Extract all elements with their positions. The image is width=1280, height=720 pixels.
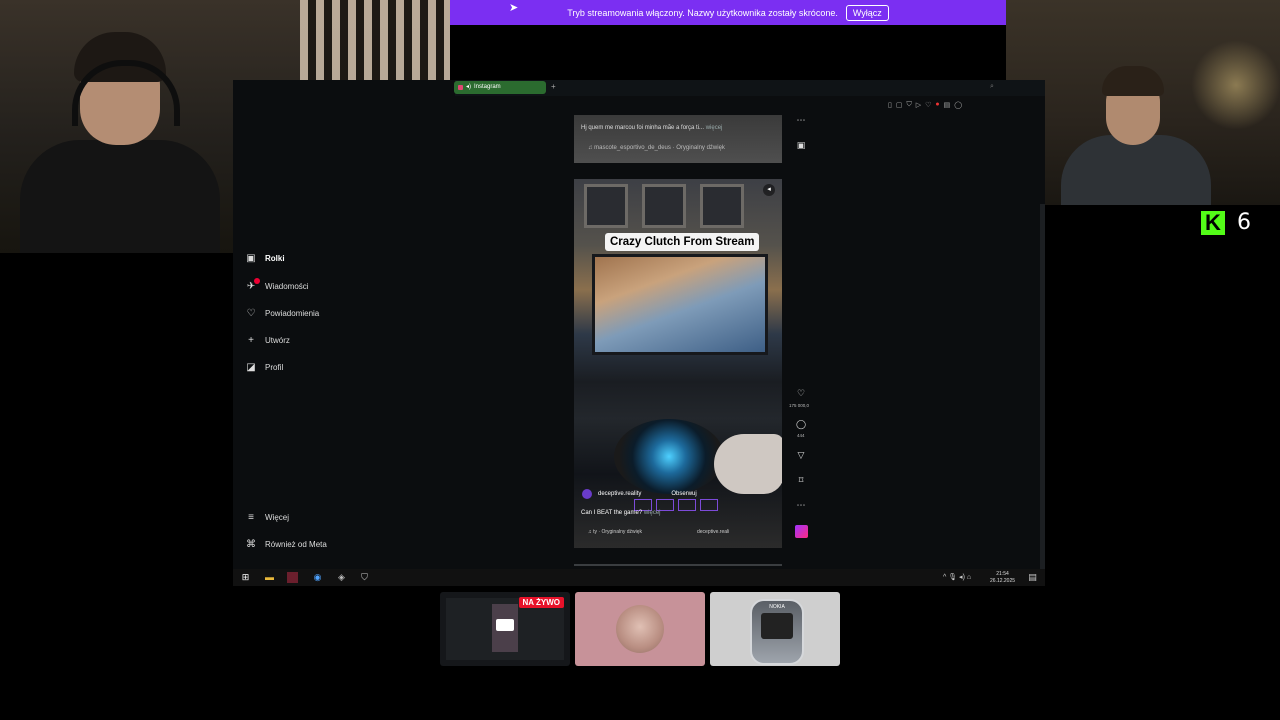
browser-toolbar: ▯ ▢ ⛉ ▷ ♡ ● ▤ ◯ <box>888 101 962 109</box>
share-icon[interactable]: ▽ <box>794 450 808 461</box>
streamer-mode-banner: Tryb streamowania włączony. Nazwy użytko… <box>450 0 1006 25</box>
browser-icon[interactable]: ◉ <box>312 572 323 583</box>
heart-icon[interactable]: ♡ <box>925 101 931 109</box>
video-hand <box>714 434 782 494</box>
reel-account: deceptive.reality Obserwuj <box>582 489 697 499</box>
instagram-icon <box>458 85 463 90</box>
reel-progress-bar <box>574 564 782 566</box>
app-icon[interactable]: ◈ <box>336 572 347 583</box>
account-name[interactable]: deceptive.reality <box>598 491 641 497</box>
tab-instagram[interactable]: ◂) Instagram <box>454 81 546 94</box>
mouse-cursor-icon: ➤ <box>509 2 519 14</box>
phone-brand: NOKIA <box>769 604 785 610</box>
reel-caption: Hj quem me marcou foi minha mãe a força … <box>581 125 723 131</box>
reels-icon: ▣ <box>246 253 256 264</box>
wall-light <box>1191 40 1280 130</box>
wall-frames <box>584 184 744 228</box>
like-heart-icon[interactable]: ♡ <box>794 388 808 399</box>
kick-viewer-counter: K 6 <box>1201 210 1251 235</box>
video-turntable <box>614 419 724 494</box>
more-link[interactable]: więcej <box>706 125 723 131</box>
captured-desktop: ◂) Instagram + ⌕ ▯ ▢ ⛉ ▷ ♡ ● ▤ ◯ ▣ Rolki… <box>233 80 1045 586</box>
more-options-icon[interactable]: ⋯ <box>794 500 808 511</box>
disable-streamer-mode-button[interactable]: Wyłącz <box>845 4 889 21</box>
meta-icon: ⌘ <box>246 539 256 550</box>
follow-button[interactable]: Obserwuj <box>671 491 696 497</box>
windows-start-icon[interactable]: ⊞ <box>240 572 251 583</box>
sidebar-item-create[interactable]: + Utwórz <box>245 335 290 346</box>
face-preview <box>616 605 664 653</box>
live-badge: NA ŻYWO <box>518 597 564 608</box>
viewer-count: 6 <box>1237 210 1251 235</box>
play-icon[interactable]: ▷ <box>916 101 921 109</box>
user-avatar-icon[interactable]: ▣ <box>794 140 808 151</box>
page-scrollbar[interactable] <box>1040 204 1045 569</box>
sidebar-item-profile[interactable]: ◪ Profil <box>245 362 283 373</box>
speaker-icon: ◂) <box>466 84 472 90</box>
sidebar-item-more[interactable]: ≡ Więcej <box>245 512 289 523</box>
bookmark-icon[interactable]: ▢ <box>896 101 903 109</box>
phone-preview: NOKIA <box>750 599 804 665</box>
reel-title-overlay: Crazy Clutch From Stream <box>605 233 760 251</box>
more-link[interactable]: więcej <box>644 510 661 516</box>
sidebar-item-messages[interactable]: ✈ Wiadomości <box>245 278 309 292</box>
plus-icon: + <box>248 335 254 346</box>
phone-screen <box>761 613 793 639</box>
system-tray[interactable]: ^ 🎙 ◂) ⌂ <box>943 573 971 581</box>
banner-text: Tryb streamowania włączony. Nazwy użytko… <box>567 7 838 18</box>
mute-toggle-icon[interactable]: ◂ <box>763 184 775 196</box>
shield-app-icon[interactable]: ⛉ <box>359 572 370 583</box>
comment-icon[interactable]: ◯ <box>794 419 808 430</box>
sidebar-item-notifications[interactable]: ♡ Powiadomienia <box>245 308 320 319</box>
reel-card-previous[interactable]: Hj quem me marcou foi minha mãe a força … <box>574 115 782 163</box>
monitor-icon <box>496 619 514 631</box>
kick-logo-icon: K <box>1201 210 1225 235</box>
profile-icon: ◪ <box>246 362 256 373</box>
taskbar-clock[interactable]: 21:54 26.12.2025 <box>990 571 1015 585</box>
guest-hair <box>1102 66 1164 96</box>
windows-taskbar: ⊞ ▬ ◉ ◈ ⛉ ^ 🎙 ◂) ⌂ 21:54 26.12.2025 ▤ <box>233 569 1045 586</box>
new-tab-button[interactable]: + <box>551 82 556 91</box>
sidebar-item-meta[interactable]: ⌘ Również od Meta <box>245 539 327 550</box>
file-explorer-icon[interactable]: ▬ <box>264 572 275 583</box>
menu-icon: ≡ <box>248 512 254 523</box>
sidebar-item-reels[interactable]: ▣ Rolki <box>245 253 284 264</box>
guest-body <box>1061 135 1211 205</box>
tab-label: Instagram <box>474 84 501 90</box>
likes-count: 175 000,0 <box>789 403 810 408</box>
reel-audio[interactable]: ♫ mascote_esportivo_de_deus · Oryginalny… <box>588 145 725 151</box>
heart-icon: ♡ <box>246 308 256 319</box>
scene-thumbnail-facecam[interactable] <box>575 592 705 666</box>
notifications-icon[interactable]: ▤ <box>1027 572 1038 583</box>
search-icon[interactable]: ⌕ <box>990 83 994 91</box>
audio-thumbnail[interactable] <box>795 525 808 538</box>
comments-count: 444 <box>797 433 805 438</box>
webcam-right <box>1006 0 1280 205</box>
scene-thumbnail-phone[interactable]: NOKIA <box>710 592 840 666</box>
reel-audio-account[interactable]: deceptive.reali <box>697 529 729 535</box>
copy-icon[interactable]: ▯ <box>888 101 892 109</box>
reel-video-current[interactable]: ◂ Crazy Clutch From Stream deceptive.rea… <box>574 179 782 548</box>
chat-icon[interactable]: ◯ <box>954 101 962 109</box>
reel-audio[interactable]: ♫ ty · Oryginalny dźwięk <box>588 529 642 535</box>
record-icon[interactable]: ● <box>935 101 939 109</box>
save-bookmark-icon[interactable]: ⌑ <box>794 475 808 486</box>
notification-badge <box>254 278 260 284</box>
app-icon[interactable] <box>287 572 298 583</box>
more-options-icon[interactable]: ⋯ <box>794 115 808 126</box>
video-monitor <box>592 254 768 355</box>
avatar[interactable] <box>582 489 592 499</box>
cart-icon[interactable]: ▤ <box>944 101 951 109</box>
streamer-body <box>20 140 220 253</box>
scene-thumbnail-screen[interactable]: NA ŻYWO <box>440 592 570 666</box>
reel-caption: Can I BEAT the game? więcej <box>581 510 661 516</box>
shield-icon[interactable]: ⛉ <box>906 101 911 109</box>
